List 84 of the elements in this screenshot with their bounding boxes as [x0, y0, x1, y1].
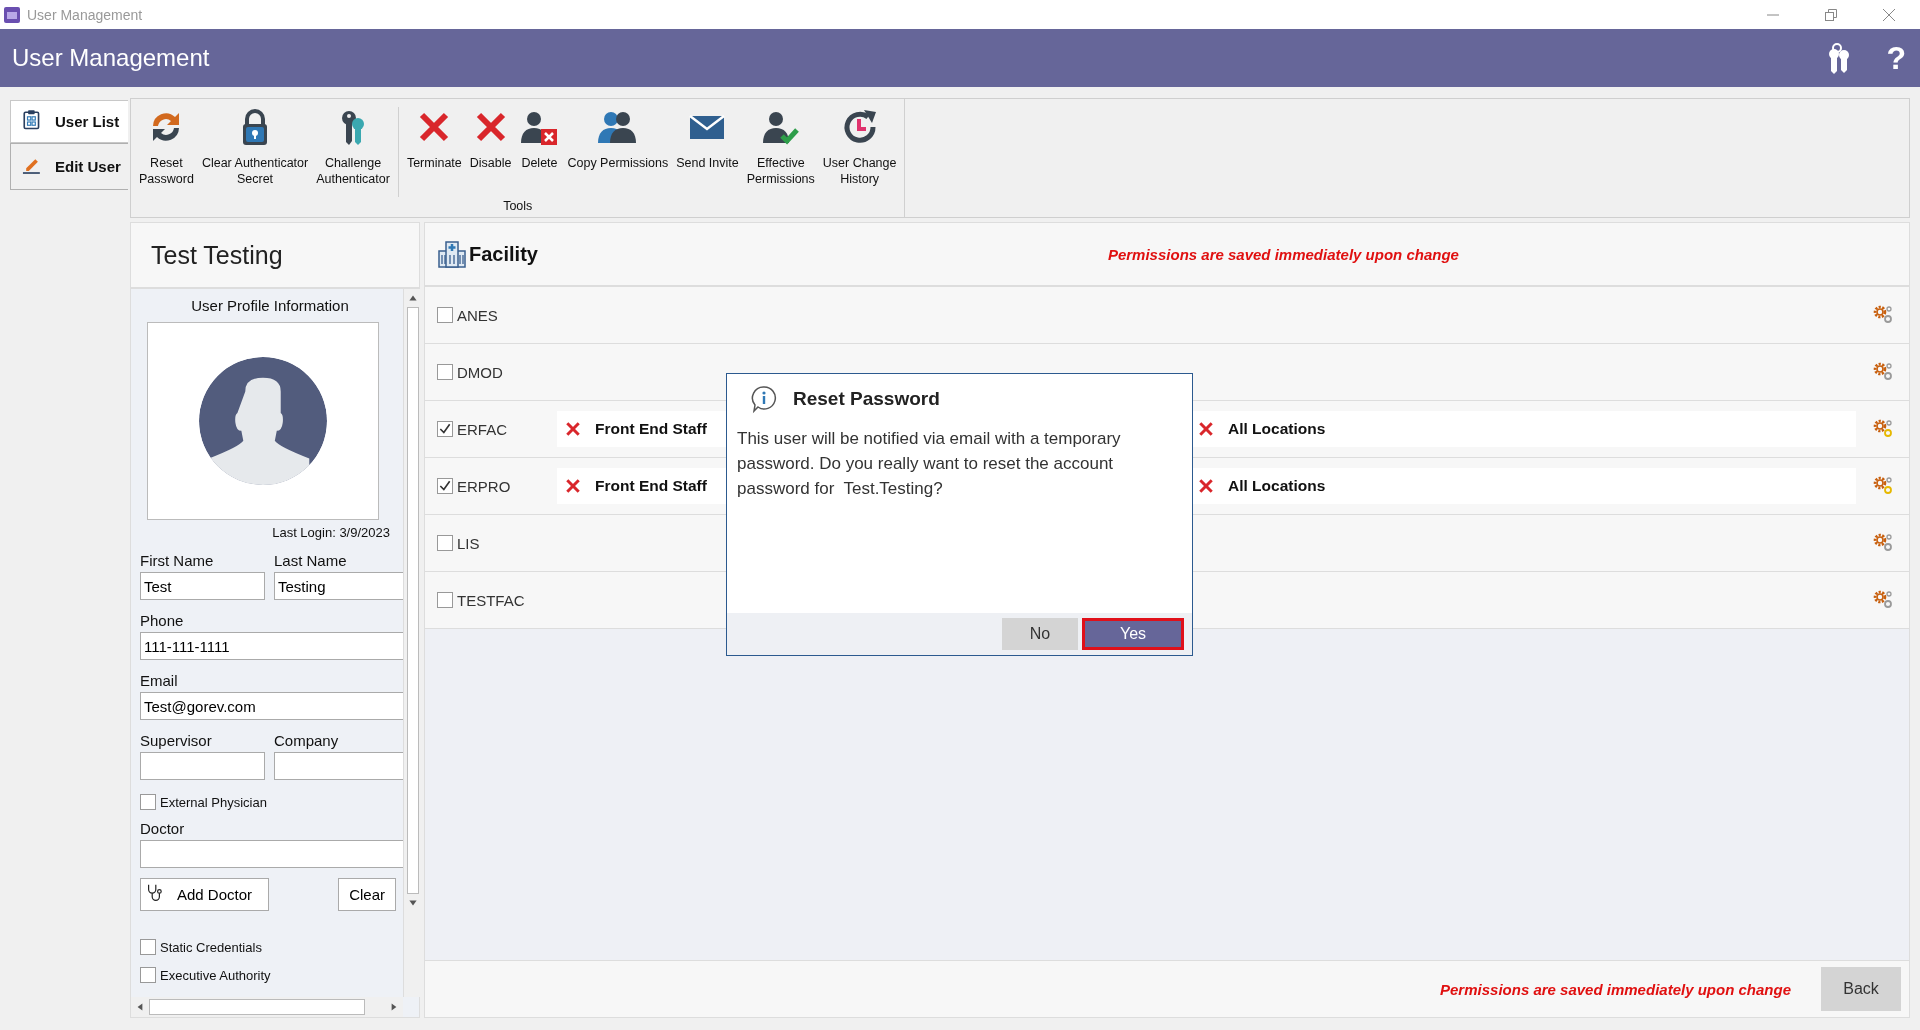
- avatar-icon: [199, 357, 327, 485]
- scrollbar-thumb[interactable]: [149, 999, 365, 1015]
- help-button[interactable]: ?: [1886, 40, 1906, 76]
- window-title: User Management: [27, 6, 144, 23]
- checkbox[interactable]: [140, 939, 156, 955]
- text-field[interactable]: Test: [140, 572, 265, 600]
- checkbox-label: Executive Authority: [160, 967, 271, 983]
- info-icon: [749, 384, 779, 414]
- facility-name: ERFAC: [457, 420, 507, 438]
- save-notice: Permissions are saved immediately upon change: [1440, 980, 1791, 998]
- text-field[interactable]: [140, 840, 403, 868]
- save-notice: Permissions are saved immediately upon change: [1107, 245, 1459, 263]
- field-label: Supervisor: [140, 731, 213, 751]
- role-name: Front End Staff: [595, 420, 707, 438]
- horizontal-scrollbar[interactable]: [131, 997, 403, 1017]
- checkbox[interactable]: [437, 364, 453, 380]
- field-label: Company: [274, 731, 340, 751]
- checkbox-label: Static Credentials: [160, 939, 262, 955]
- checkbox[interactable]: [437, 478, 453, 494]
- add-button[interactable]: Add Doctor: [140, 878, 270, 911]
- section-title: Facility: [469, 242, 538, 266]
- restore-icon[interactable]: [1824, 7, 1838, 22]
- settings-icon[interactable]: [1871, 361, 1894, 383]
- toolbar-button[interactable]: Reset Password: [135, 107, 198, 197]
- settings-icon[interactable]: [1871, 418, 1894, 440]
- remove-icon[interactable]: [565, 478, 581, 494]
- section-title: User Profile Information: [190, 296, 350, 316]
- remove-icon[interactable]: [1198, 478, 1214, 494]
- facility-name: TESTFAC: [457, 591, 525, 609]
- toolbar-button[interactable]: Copy Permissions: [563, 107, 673, 197]
- field-label: First Name: [140, 551, 215, 571]
- text-field[interactable]: Test@gorev.com: [140, 692, 403, 720]
- toolbar-button[interactable]: Delete: [515, 107, 564, 197]
- settings-icon[interactable]: [1871, 532, 1894, 554]
- field-label: Phone: [140, 611, 185, 631]
- checkbox-label: External Physician: [160, 794, 267, 810]
- text-field[interactable]: 111-111-1111: [140, 632, 403, 660]
- nav-tab[interactable]: Edit User: [10, 143, 128, 190]
- toolbar-button[interactable]: Effective Permissions: [742, 107, 819, 197]
- field-label: Doctor: [140, 819, 186, 839]
- vertical-scrollbar[interactable]: [403, 289, 421, 997]
- remove-icon[interactable]: [1198, 421, 1214, 437]
- toolbar-button[interactable]: Challenge Authenticator: [312, 107, 394, 197]
- toolbar-button[interactable]: Send Invite: [672, 107, 743, 197]
- checkbox[interactable]: [437, 421, 453, 437]
- settings-icon[interactable]: [1871, 304, 1894, 326]
- checkbox[interactable]: [140, 967, 156, 983]
- checkbox[interactable]: [437, 535, 453, 551]
- location-name: All Locations: [1228, 477, 1326, 495]
- toolbar-button[interactable]: User Change History: [818, 107, 901, 197]
- text-field[interactable]: [274, 752, 403, 780]
- facility-name: ANES: [457, 306, 498, 324]
- field-label: Email: [140, 671, 179, 691]
- text-field[interactable]: [140, 752, 265, 780]
- toolbar-button[interactable]: Terminate: [402, 107, 466, 197]
- toolbar-button[interactable]: Disable: [465, 107, 516, 197]
- page-title: User Management: [12, 44, 211, 72]
- nav-tab[interactable]: User List: [10, 100, 128, 143]
- app-icon: [3, 5, 21, 24]
- checkbox[interactable]: [140, 794, 156, 810]
- field-label: Last Name: [274, 551, 348, 571]
- toolbar-button[interactable]: Clear Authenticator Secret: [197, 107, 313, 197]
- dialog-message: This user will be notified via email with a temporary password. Do you really want to reset the account password for Test.Testing?: [737, 428, 1122, 500]
- group-label: Tools: [502, 198, 534, 215]
- clear-button[interactable]: Clear: [338, 878, 396, 911]
- checkbox[interactable]: [437, 592, 453, 608]
- dialog-button[interactable]: Yes: [1082, 618, 1184, 650]
- checkbox[interactable]: [437, 307, 453, 323]
- settings-icon[interactable]: [1871, 589, 1894, 611]
- role-name: Front End Staff: [595, 477, 707, 495]
- facility-name: DMOD: [457, 363, 503, 381]
- text-field[interactable]: Testing: [274, 572, 403, 600]
- settings-icon[interactable]: [1871, 475, 1894, 497]
- last-login: Last Login: 3/9/2023: [271, 524, 390, 542]
- close-icon[interactable]: [1882, 7, 1896, 22]
- dialog-title: Reset Password: [793, 388, 940, 410]
- scrollbar-thumb[interactable]: [406, 307, 419, 894]
- location-name: All Locations: [1228, 420, 1326, 438]
- facility-name: LIS: [457, 534, 480, 552]
- facility-name: ERPRO: [457, 477, 511, 495]
- back-button[interactable]: Back: [1821, 967, 1901, 1011]
- dialog-button[interactable]: No: [1002, 618, 1078, 650]
- hospital-icon: [437, 239, 467, 269]
- remove-icon[interactable]: [565, 421, 581, 437]
